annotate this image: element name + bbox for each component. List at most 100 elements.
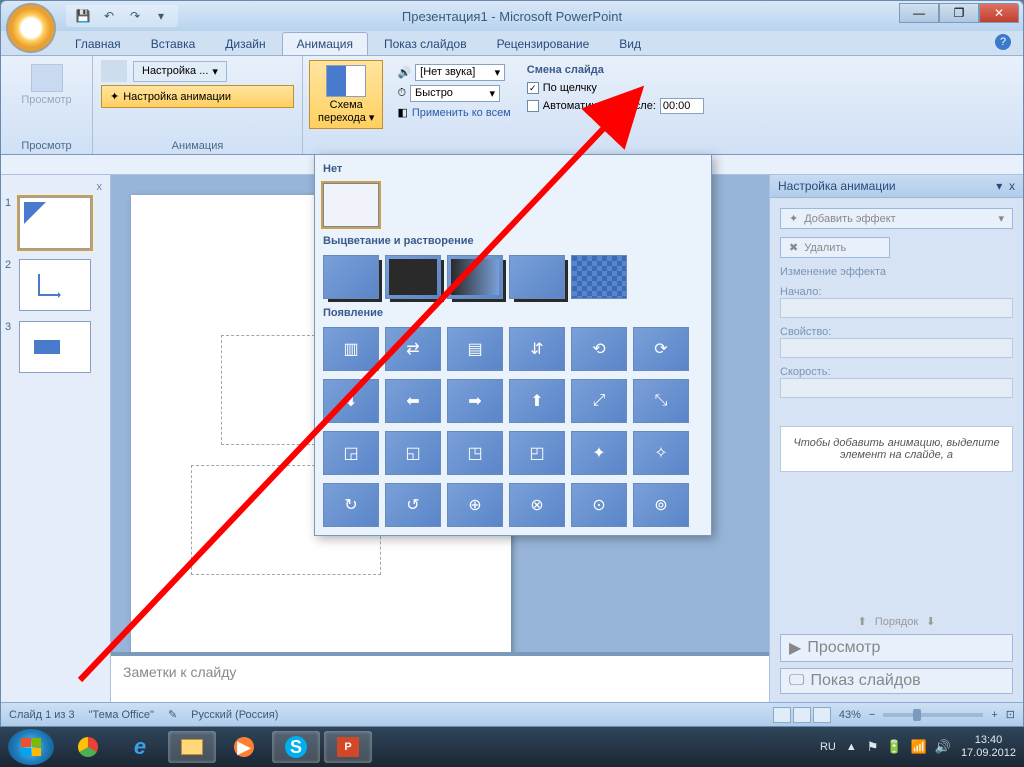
notes-pane[interactable]: Заметки к слайду (111, 652, 769, 702)
transition-gallery: Нет Выцветание и растворение Появление ▥… (314, 154, 712, 536)
slide-thumb-1[interactable] (19, 197, 91, 249)
help-icon[interactable]: ? (995, 34, 1011, 50)
speed-dropdown[interactable] (780, 378, 1013, 398)
slide-thumb-3[interactable] (19, 321, 91, 373)
transition-sound-dropdown[interactable]: [Нет звука]▾ (415, 64, 505, 81)
auto-after-checkbox[interactable] (527, 100, 539, 112)
tray-power-icon[interactable]: 🔋 (886, 739, 902, 755)
sound-icon: 🔊 (397, 66, 411, 79)
spellcheck-icon[interactable]: ✎ (168, 708, 177, 721)
slideshow-view-button[interactable] (813, 707, 831, 723)
tab-home[interactable]: Главная (61, 33, 135, 55)
redo-icon[interactable]: ↷ (126, 7, 144, 25)
transition-item[interactable]: ↺ (385, 483, 441, 527)
transition-item[interactable]: ▥ (323, 327, 379, 371)
titlebar: 💾 ↶ ↷ ▾ Презентация1 - Microsoft PowerPo… (1, 1, 1023, 31)
transition-item[interactable] (509, 255, 565, 299)
tray-volume-icon[interactable]: 🔊 (935, 739, 951, 755)
tab-insert[interactable]: Вставка (137, 33, 210, 55)
pane-slideshow-button[interactable]: 🖵 Показ слайдов (780, 668, 1013, 694)
transition-item[interactable]: ⇵ (509, 327, 565, 371)
transition-item[interactable] (447, 255, 503, 299)
pane-close-icon[interactable]: x (1009, 179, 1015, 193)
minimize-button[interactable]: — (899, 3, 939, 23)
transition-item[interactable]: ◲ (323, 431, 379, 475)
speed-icon: ⏱ (397, 87, 406, 100)
transition-item[interactable]: ⊚ (633, 483, 689, 527)
order-up-icon[interactable]: ⬆ (858, 615, 867, 628)
taskbar-ie-icon[interactable]: e (116, 731, 164, 763)
zoom-percent[interactable]: 43% (839, 709, 861, 721)
transition-item[interactable]: ✦ (571, 431, 627, 475)
transition-item[interactable] (385, 255, 441, 299)
normal-view-button[interactable] (773, 707, 791, 723)
start-button[interactable] (8, 729, 54, 765)
pane-menu-icon[interactable]: ▾ (996, 179, 1002, 193)
taskbar-skype-icon[interactable]: S (272, 731, 320, 763)
close-button[interactable]: ✕ (979, 3, 1019, 23)
maximize-button[interactable]: ❐ (939, 3, 979, 23)
on-click-checkbox[interactable]: ✓ (527, 82, 539, 94)
fit-icon[interactable]: ⊡ (1006, 708, 1015, 721)
transition-item[interactable]: ⬇ (323, 379, 379, 423)
tray-show-hidden-icon[interactable]: ▲ (846, 741, 857, 753)
preview-button[interactable]: Просмотр (9, 60, 84, 110)
transition-item[interactable]: ⊗ (509, 483, 565, 527)
transition-item[interactable]: ◰ (509, 431, 565, 475)
add-effect-button[interactable]: ✦ Добавить эффект ▾ (780, 208, 1013, 229)
transition-item[interactable]: ⟳ (633, 327, 689, 371)
transition-item[interactable]: ▤ (447, 327, 503, 371)
taskbar-wmp-icon[interactable]: ▶ (220, 731, 268, 763)
tab-animation[interactable]: Анимация (282, 32, 368, 55)
save-icon[interactable]: 💾 (74, 7, 92, 25)
qat-dropdown-icon[interactable]: ▾ (152, 7, 170, 25)
transition-item[interactable]: ✧ (633, 431, 689, 475)
transition-item[interactable]: ◳ (447, 431, 503, 475)
custom-animation-button[interactable]: ✦ Настройка анимации (101, 85, 294, 108)
tab-design[interactable]: Дизайн (211, 33, 279, 55)
transition-item[interactable]: ◱ (385, 431, 441, 475)
pane-preview-button[interactable]: ▶ Просмотр (780, 634, 1013, 662)
transition-item[interactable]: ⊙ (571, 483, 627, 527)
transition-speed-dropdown[interactable]: Быстро▾ (410, 85, 500, 102)
transition-item[interactable]: ⇄ (385, 327, 441, 371)
tray-flag-icon[interactable]: ⚑ (867, 739, 879, 755)
zoom-out-icon[interactable]: − (869, 709, 875, 721)
property-dropdown[interactable] (780, 338, 1013, 358)
sorter-view-button[interactable] (793, 707, 811, 723)
order-down-icon[interactable]: ⬇ (926, 615, 935, 628)
undo-icon[interactable]: ↶ (100, 7, 118, 25)
transition-item[interactable]: ⤡ (633, 379, 689, 423)
transition-item[interactable]: ⊕ (447, 483, 503, 527)
transition-item[interactable]: ⬆ (509, 379, 565, 423)
tab-review[interactable]: Рецензирование (483, 33, 604, 55)
auto-after-time-input[interactable] (660, 98, 704, 114)
transition-item[interactable]: ➡ (447, 379, 503, 423)
taskbar-powerpoint-icon[interactable]: P (324, 731, 372, 763)
start-dropdown[interactable] (780, 298, 1013, 318)
taskbar-explorer-icon[interactable] (168, 731, 216, 763)
tray-clock[interactable]: 13:40 17.09.2012 (961, 734, 1016, 760)
zoom-in-icon[interactable]: + (991, 709, 997, 721)
tab-view[interactable]: Вид (605, 33, 655, 55)
animate-dropdown[interactable]: Настройка ...▾ (133, 61, 227, 82)
taskbar-chrome-icon[interactable] (64, 731, 112, 763)
slide-thumb-2[interactable] (19, 259, 91, 311)
transition-item[interactable]: ⟲ (571, 327, 627, 371)
transition-none[interactable] (323, 183, 379, 227)
transition-item[interactable] (571, 255, 627, 299)
tray-language[interactable]: RU (820, 741, 836, 753)
apply-to-all-link[interactable]: Применить ко всем (412, 107, 511, 119)
tab-slideshow[interactable]: Показ слайдов (370, 33, 481, 55)
panel-close-icon[interactable]: x (97, 181, 103, 197)
remove-effect-button[interactable]: ✖ Удалить (780, 237, 890, 258)
transition-item[interactable]: ⬅ (385, 379, 441, 423)
status-language[interactable]: Русский (Россия) (191, 709, 278, 721)
transition-item[interactable] (323, 255, 379, 299)
office-button[interactable] (6, 3, 56, 53)
transition-item[interactable]: ↻ (323, 483, 379, 527)
zoom-slider[interactable] (883, 713, 983, 717)
transition-item[interactable]: ⤢ (571, 379, 627, 423)
transition-scheme-button[interactable]: Схема перехода ▾ (309, 60, 383, 129)
tray-network-icon[interactable]: 📶 (911, 739, 927, 755)
